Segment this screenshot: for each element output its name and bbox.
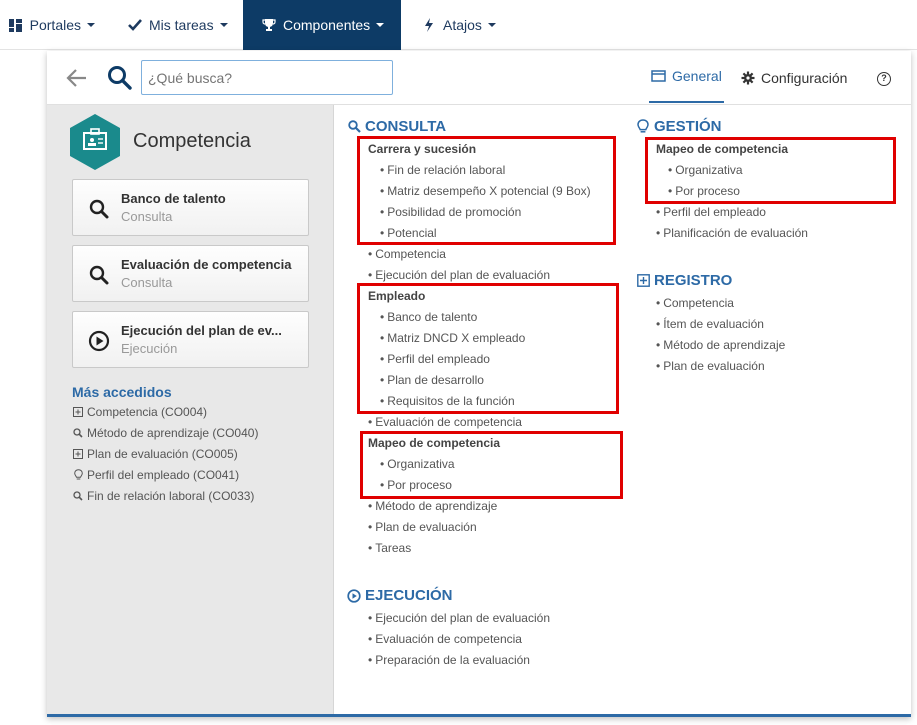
section-consulta: CONSULTA (347, 118, 446, 135)
bolt-icon (421, 17, 437, 33)
menu-item[interactable]: Competencia (368, 247, 446, 261)
card-ejecucion-plan[interactable]: Ejecución del plan de ev... Ejecución (72, 311, 309, 368)
recent-item[interactable]: Fin de relación laboral (CO033) (72, 489, 254, 503)
grid-icon (8, 17, 24, 33)
recent-item-label: Perfil del empleado (CO041) (87, 468, 240, 482)
nav-portales[interactable]: Portales (0, 0, 109, 50)
gear-icon (741, 71, 755, 85)
mas-accedidos-title: Más accedidos (72, 384, 172, 400)
section-registro-title: REGISTRO (654, 272, 733, 289)
search-icon (88, 198, 110, 220)
nav-componentes[interactable]: Componentes (243, 0, 401, 50)
highlight-box (357, 283, 619, 414)
card-evaluacion-competencia[interactable]: Evaluación de competencia Consulta (72, 245, 309, 302)
highlight-box (645, 137, 896, 204)
section-ejecucion-title: EJECUCIÓN (365, 587, 453, 604)
help-icon[interactable]: ? (877, 72, 891, 86)
section-consulta-title: CONSULTA (365, 118, 447, 135)
play-circle-icon (88, 330, 110, 352)
menu-item[interactable]: Plan de evaluación (368, 520, 476, 534)
window-icon (651, 70, 666, 82)
lightbulb-icon (636, 119, 650, 134)
section-gestion-title: GESTIÓN (654, 118, 722, 135)
caret-down-icon (487, 23, 496, 27)
section-gestion: GESTIÓN (636, 118, 722, 135)
plus-square-icon (72, 448, 84, 460)
caret-down-icon (376, 23, 385, 27)
plus-square-icon (72, 406, 84, 418)
menu-item[interactable]: Evaluación de competencia (368, 415, 522, 429)
highlight-box (360, 431, 623, 499)
menu-item[interactable]: Método de aprendizaje (656, 338, 785, 352)
tab-general[interactable]: General (649, 51, 724, 103)
check-icon (127, 17, 143, 33)
highlight-box (357, 136, 616, 245)
menu-item[interactable]: Preparación de la evaluación (368, 653, 530, 667)
tab-general-label: General (672, 68, 722, 84)
tab-configuracion[interactable]: Configuración (741, 51, 847, 105)
lightbulb-icon (72, 469, 84, 481)
component-title: Competencia (133, 130, 251, 152)
left-column: Competencia Banco de talento Consulta Ev… (47, 105, 334, 714)
top-nav: Portales Mis tareas Componentes Atajos (0, 0, 917, 50)
search-input[interactable] (141, 60, 393, 95)
recent-item[interactable]: Plan de evaluación (CO005) (72, 447, 238, 461)
menu-item[interactable]: Competencia (656, 296, 734, 310)
plus-square-icon (636, 274, 650, 288)
menu-item[interactable]: Evaluación de competencia (368, 632, 522, 646)
nav-atajos-label: Atajos (443, 17, 482, 33)
card-title: Banco de talento (121, 191, 226, 206)
section-ejecucion: EJECUCIÓN (347, 587, 453, 604)
search-icon (72, 427, 84, 439)
menu-item[interactable]: Ítem de evaluación (656, 317, 764, 331)
trophy-icon (261, 17, 277, 33)
menu-item[interactable]: Planificación de evaluación (656, 226, 808, 240)
search-icon (347, 120, 361, 134)
search-icon (72, 490, 84, 502)
menu-item[interactable]: Tareas (368, 541, 411, 555)
search-icon[interactable] (107, 65, 133, 91)
recent-item-label: Método de aprendizaje (CO040) (87, 426, 259, 440)
search-icon (88, 264, 110, 286)
nav-mis-tareas[interactable]: Mis tareas (109, 0, 243, 50)
caret-down-icon (219, 23, 228, 27)
recent-item[interactable]: Competencia (CO004) (72, 405, 207, 419)
nav-componentes-label: Componentes (283, 17, 371, 33)
card-subtitle: Consulta (121, 209, 173, 224)
card-title: Evaluación de competencia (121, 257, 292, 272)
card-subtitle: Ejecución (121, 341, 178, 356)
caret-down-icon (87, 23, 95, 27)
nav-atajos[interactable]: Atajos (401, 0, 510, 50)
recent-item[interactable]: Método de aprendizaje (CO040) (72, 426, 258, 440)
menu-item[interactable]: Método de aprendizaje (368, 499, 497, 513)
card-title: Ejecución del plan de ev... (121, 323, 282, 338)
components-panel: General Configuración ? Competencia Banc… (47, 51, 911, 717)
recent-item-label: Fin de relación laboral (CO033) (87, 489, 255, 503)
nav-mis-tareas-label: Mis tareas (149, 17, 214, 33)
competencia-hex-icon (69, 113, 121, 171)
card-banco-talento[interactable]: Banco de talento Consulta (72, 179, 309, 236)
card-subtitle: Consulta (121, 275, 173, 290)
menu-item[interactable]: Perfil del empleado (656, 205, 766, 219)
search-bar: General Configuración ? (47, 51, 911, 105)
menu-item[interactable]: Plan de evaluación (656, 359, 764, 373)
tab-configuracion-label: Configuración (761, 70, 848, 86)
play-circle-icon (347, 588, 361, 603)
menu-item[interactable]: Ejecución del plan de evaluación (368, 268, 550, 282)
back-arrow-icon[interactable] (66, 68, 88, 88)
recent-item-label: Competencia (CO004) (87, 405, 208, 419)
recent-item-label: Plan de evaluación (CO005) (87, 447, 238, 461)
recent-item[interactable]: Perfil del empleado (CO041) (72, 468, 239, 482)
section-registro: REGISTRO (636, 272, 732, 289)
menu-item[interactable]: Ejecución del plan de evaluación (368, 611, 550, 625)
nav-portales-label: Portales (29, 17, 81, 33)
